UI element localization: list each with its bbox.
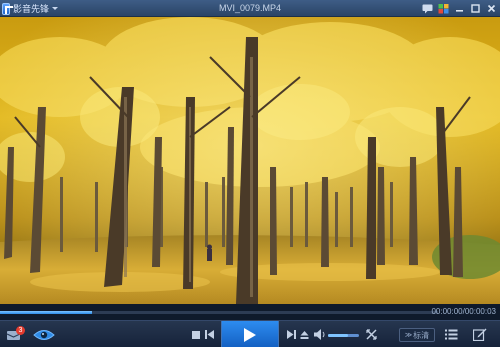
stop-icon: [192, 330, 200, 339]
video-frame-image: [0, 17, 500, 304]
minimize-icon[interactable]: [453, 2, 466, 15]
eye-protect-button[interactable]: [33, 327, 55, 342]
title-bar: 影音先锋 MVI_0079.MP4: [0, 0, 500, 17]
message-button[interactable]: 3: [4, 325, 25, 343]
eject-icon: [300, 331, 309, 339]
speaker-icon: [313, 329, 324, 340]
play-button[interactable]: [221, 321, 279, 347]
seek-bar-fill: [0, 311, 92, 314]
playlist-icon: [444, 329, 457, 340]
mute-button[interactable]: [313, 328, 326, 341]
maximize-icon[interactable]: [469, 2, 482, 15]
quality-selector-button[interactable]: ≫ 标清: [399, 328, 435, 342]
total-time: 00:00:03: [464, 307, 496, 316]
edit-icon: [473, 328, 487, 341]
play-icon: [244, 327, 256, 342]
elapsed-time: 00:00:00: [431, 307, 463, 316]
playlist-button[interactable]: [444, 328, 458, 341]
previous-button[interactable]: [204, 329, 215, 340]
skin-icon[interactable]: [437, 2, 450, 15]
notification-badge: 3: [16, 326, 25, 335]
expand-arrows-icon: [366, 329, 377, 340]
control-bar: 3 ≫ 标清: [0, 320, 500, 347]
volume-slider[interactable]: [328, 334, 359, 337]
seek-bar[interactable]: [0, 311, 438, 314]
progress-row: 00:00:00/00:00:03: [0, 304, 500, 320]
eye-icon: [33, 329, 55, 340]
time-readout: 00:00:00/00:00:03: [431, 307, 496, 316]
skip-back-icon: [205, 330, 214, 339]
open-file-button[interactable]: [299, 329, 310, 340]
volume-slider-fill: [328, 334, 349, 337]
toolbox-button[interactable]: [472, 327, 488, 342]
next-button[interactable]: [286, 329, 297, 340]
close-icon[interactable]: [485, 2, 498, 15]
quality-arrows: ≫: [404, 332, 412, 339]
video-frame[interactable]: [0, 17, 500, 304]
skip-forward-icon: [287, 330, 296, 339]
chat-icon[interactable]: [421, 2, 434, 15]
fullscreen-toggle-button[interactable]: [365, 328, 378, 341]
quality-label: 标清: [413, 330, 430, 340]
stop-button[interactable]: [191, 329, 201, 340]
